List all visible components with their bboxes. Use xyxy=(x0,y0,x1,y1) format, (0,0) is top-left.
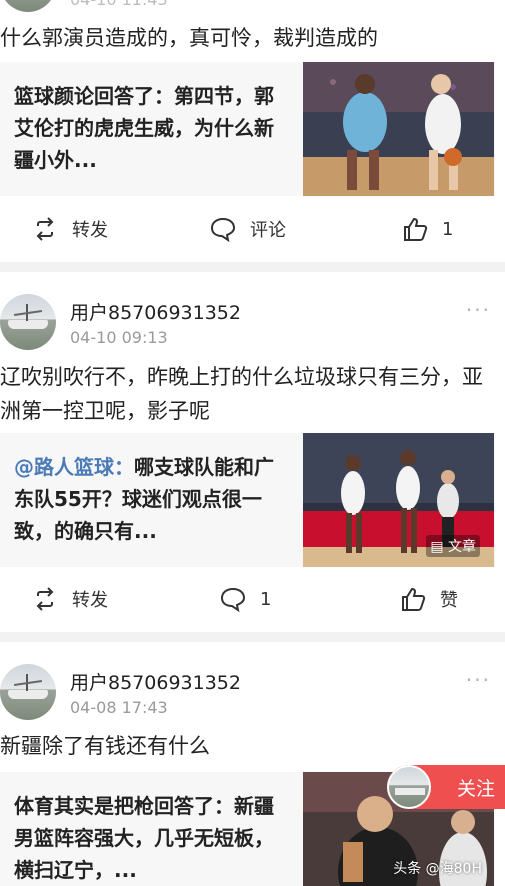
comment-label: 评论 xyxy=(250,220,286,241)
repost-icon xyxy=(36,217,54,241)
follow-button[interactable]: 关注 xyxy=(387,765,505,809)
comment-button[interactable]: 1 xyxy=(220,586,271,612)
divider xyxy=(0,632,505,642)
repost-icon xyxy=(36,587,54,611)
like-label: 赞 xyxy=(440,590,458,611)
follow-avatar xyxy=(387,765,431,809)
username[interactable]: 用户85706931352 xyxy=(70,668,241,695)
article-card[interactable]: 篮球颜论回答了：第四节，郭艾伦打的虎虎生威，为什么新疆小外... xyxy=(0,62,495,196)
card-title: 篮球颜论回答了：第四节，郭艾伦打的虎虎生威，为什么新疆小外... xyxy=(14,84,274,172)
card-title: 体育其实是把枪回答了：新疆男篮阵容强大，几乎无短板，横扫辽宁，... xyxy=(14,794,274,882)
comment-count: 1 xyxy=(260,588,272,610)
like-count: 1 xyxy=(442,218,454,240)
basketball-photo-1 xyxy=(303,62,494,196)
action-bar: 转发 1 赞 xyxy=(0,586,505,616)
repost-label: 转发 xyxy=(72,220,108,241)
like-button[interactable]: 1 xyxy=(402,216,453,242)
comment-icon xyxy=(210,217,236,242)
thumbs-up-icon xyxy=(404,217,428,241)
post-time: 04-10 11:43 xyxy=(70,0,168,9)
divider xyxy=(0,262,505,272)
avatar[interactable] xyxy=(0,0,56,12)
thumbs-up-icon xyxy=(402,587,426,611)
watermark: 头条 @海80H xyxy=(393,861,482,877)
post-text: 新疆除了有钱还有什么 xyxy=(0,734,210,758)
post-text: 什么郭演员造成的，真可怜，裁判造成的 xyxy=(0,26,378,50)
article-badge: ▤ 文章 xyxy=(426,535,480,557)
article-card[interactable]: @路人篮球：哪支球队能和广东队55开？球迷们观点很一致，的确只有... ▤ 文章 xyxy=(0,433,495,567)
card-image xyxy=(303,62,494,196)
post-time: 04-08 17:43 xyxy=(70,698,168,717)
avatar[interactable] xyxy=(0,664,56,720)
mention-link[interactable]: @路人篮球： xyxy=(14,455,134,479)
post-text: 辽吹别吹行不，昨晚上打的什么垃圾球只有三分，亚洲第一控卫呢，影子呢 xyxy=(0,365,483,423)
repost-button[interactable]: 转发 xyxy=(32,216,108,242)
card-title: @路人篮球：哪支球队能和广东队55开？球迷们观点很一致，的确只有... xyxy=(14,451,284,547)
more-icon[interactable]: ··· xyxy=(466,668,491,692)
badge-label: 文章 xyxy=(448,539,476,555)
action-bar: 转发 评论 1 xyxy=(0,216,505,246)
card-image: ▤ 文章 xyxy=(303,433,494,567)
more-icon[interactable]: ··· xyxy=(466,298,491,322)
username[interactable]: 用户85706931352 xyxy=(70,298,241,325)
repost-button[interactable]: 转发 xyxy=(32,586,108,612)
repost-label: 转发 xyxy=(72,590,108,611)
avatar[interactable] xyxy=(0,294,56,350)
like-button[interactable]: 赞 xyxy=(400,586,458,612)
comment-icon xyxy=(220,587,246,612)
follow-label: 关注 xyxy=(457,777,496,800)
post-time: 04-10 09:13 xyxy=(70,328,168,347)
comment-button[interactable]: 评论 xyxy=(210,216,286,242)
